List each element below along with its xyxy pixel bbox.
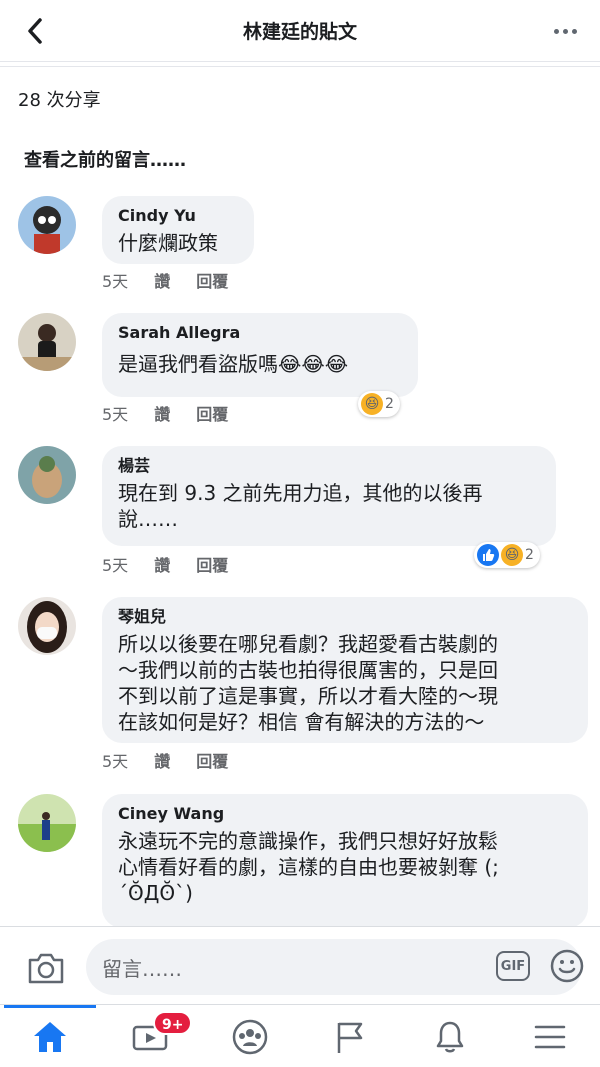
avatar[interactable] xyxy=(18,446,76,504)
sticker-button[interactable] xyxy=(550,949,584,983)
comment-item: Ciney Wang 永遠玩不完的意識操作，我們只想好好放鬆 心情看好看的劇，這… xyxy=(18,794,588,928)
chevron-left-icon xyxy=(28,18,42,44)
comment-time[interactable]: 5天 xyxy=(102,748,128,772)
commenter-name[interactable]: Cindy Yu xyxy=(118,206,238,226)
comment-item: Cindy Yu 什麼爛政策 5天 讚 回覆 xyxy=(18,196,588,296)
comment-item: Sarah Allegra 是逼我們看盜版嗎😂😂😂 😆 2 5天 讚 回覆 xyxy=(18,313,588,425)
reaction-count: 2 xyxy=(385,396,394,412)
page-title: 林建廷的貼文 xyxy=(242,21,357,43)
tab-home[interactable] xyxy=(27,1017,73,1057)
comment-text: 永遠玩不完的意識操作，我們只想好好放鬆 心情看好看的劇，這樣的自由也要被剝奪 (… xyxy=(118,829,499,905)
reply-button[interactable]: 回覆 xyxy=(196,748,228,772)
back-button[interactable] xyxy=(18,14,52,48)
like-button[interactable]: 讚 xyxy=(154,401,170,425)
active-tab-indicator xyxy=(4,1005,96,1008)
commenter-name[interactable]: 琴姐兒 xyxy=(118,607,572,627)
more-options-button[interactable] xyxy=(550,18,580,44)
reply-button[interactable]: 回覆 xyxy=(196,268,228,292)
haha-reaction-icon: 😆 xyxy=(501,544,523,566)
reaction-count: 2 xyxy=(525,547,534,563)
haha-reaction-icon: 😆 xyxy=(361,393,383,415)
divider xyxy=(0,66,600,67)
commenter-name[interactable]: Ciney Wang xyxy=(118,804,572,824)
comment-actions: 5天 讚 回覆 xyxy=(102,748,228,772)
camera-icon xyxy=(28,953,64,984)
comment-actions: 5天 讚 回覆 xyxy=(102,268,228,292)
commenter-name[interactable]: 楊芸 xyxy=(118,456,540,476)
comment-bubble[interactable]: Ciney Wang 永遠玩不完的意識操作，我們只想好好放鬆 心情看好看的劇，這… xyxy=(102,794,588,928)
tab-watch[interactable]: 9+ xyxy=(127,1011,193,1057)
avatar[interactable] xyxy=(18,196,76,254)
reaction-summary[interactable]: 😆 2 xyxy=(474,542,540,568)
reply-button[interactable]: 回覆 xyxy=(196,401,228,425)
comment-text: 是逼我們看盜版嗎😂😂😂 xyxy=(118,352,349,376)
avatar[interactable] xyxy=(18,794,76,852)
home-icon xyxy=(34,1022,66,1052)
dot-icon xyxy=(571,28,577,34)
comment-composer: 留言…… GIF xyxy=(0,926,600,1006)
comment-actions: 5天 讚 回覆 xyxy=(102,552,228,576)
commenter-name[interactable]: Sarah Allegra xyxy=(118,323,402,343)
comment-bubble[interactable]: Sarah Allegra 是逼我們看盜版嗎😂😂😂 xyxy=(102,313,418,397)
comment-bubble[interactable]: 琴姐兒 所以以後要在哪兒看劇？我超愛看古裝劇的 ～我們以前的古裝也拍得很厲害的，… xyxy=(102,597,588,743)
bottom-tab-bar: 9+ xyxy=(0,1004,600,1067)
like-button[interactable]: 讚 xyxy=(154,552,170,576)
tab-groups[interactable] xyxy=(227,1017,273,1057)
like-button[interactable]: 讚 xyxy=(154,748,170,772)
like-button[interactable]: 讚 xyxy=(154,268,170,292)
share-count[interactable]: 28 次分享 xyxy=(18,86,101,112)
reaction-summary[interactable]: 😆 2 xyxy=(358,391,400,417)
tab-menu[interactable] xyxy=(527,1017,573,1057)
camera-button[interactable] xyxy=(26,951,66,985)
notification-badge: 9+ xyxy=(153,1011,193,1035)
avatar[interactable] xyxy=(18,313,76,371)
like-reaction-icon xyxy=(477,544,499,566)
groups-icon xyxy=(232,1019,268,1055)
flag-icon xyxy=(337,1022,363,1053)
comment-time[interactable]: 5天 xyxy=(102,552,128,576)
view-previous-comments-link[interactable]: 查看之前的留言…… xyxy=(24,146,186,172)
reply-button[interactable]: 回覆 xyxy=(196,552,228,576)
top-bar: 林建廷的貼文 xyxy=(0,0,600,62)
hamburger-menu-icon xyxy=(534,1025,566,1049)
comment-text: 什麼爛政策 xyxy=(118,231,218,255)
comment-input-placeholder: 留言…… xyxy=(102,956,182,981)
comment-time[interactable]: 5天 xyxy=(102,268,128,292)
dot-icon xyxy=(553,28,559,34)
comment-text: 現在到 9.3 之前先用力追，其他的以後再 說…… xyxy=(118,481,483,531)
comment-time[interactable]: 5天 xyxy=(102,401,128,425)
smile-icon xyxy=(550,949,584,983)
comment-actions: 5天 讚 回覆 xyxy=(102,401,228,425)
comment-bubble[interactable]: Cindy Yu 什麼爛政策 xyxy=(102,196,254,264)
comment-item: 楊芸 現在到 9.3 之前先用力追，其他的以後再 說…… 😆 2 5天 讚 回覆 xyxy=(18,446,588,586)
comment-item: 琴姐兒 所以以後要在哪兒看劇？我超愛看古裝劇的 ～我們以前的古裝也拍得很厲害的，… xyxy=(18,597,588,777)
bell-icon xyxy=(436,1021,464,1053)
comment-bubble[interactable]: 楊芸 現在到 9.3 之前先用力追，其他的以後再 說…… xyxy=(102,446,556,546)
gif-button[interactable]: GIF xyxy=(496,951,530,981)
tab-notifications[interactable] xyxy=(427,1017,473,1057)
avatar[interactable] xyxy=(18,597,76,655)
dot-icon xyxy=(562,28,568,34)
tab-pages[interactable] xyxy=(327,1017,373,1057)
comment-text: 所以以後要在哪兒看劇？我超愛看古裝劇的 ～我們以前的古裝也拍得很厲害的，只是回 … xyxy=(118,632,498,734)
